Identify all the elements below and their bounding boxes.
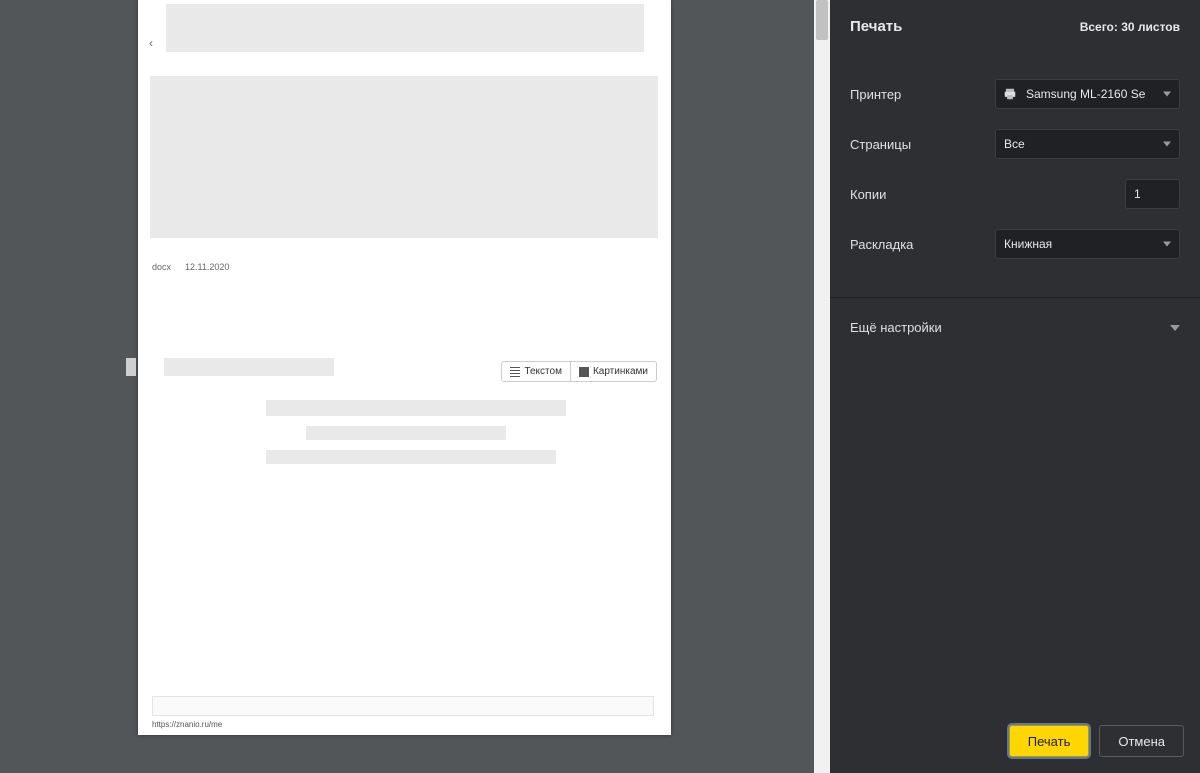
placeholder-block (306, 426, 506, 440)
print-button[interactable]: Печать (1009, 725, 1090, 757)
pages-value: Все (1004, 137, 1025, 151)
chevron-down-icon (1163, 142, 1171, 147)
row-layout: Раскладка Книжная (850, 229, 1180, 259)
print-settings-panel: Печать Всего: 30 листов Принтер Samsung … (830, 0, 1200, 773)
row-copies: Копии 1 (850, 179, 1180, 209)
layout-select[interactable]: Книжная (995, 229, 1180, 259)
image-icon (579, 367, 589, 377)
chevron-down-icon (1163, 242, 1171, 247)
view-images-label: Картинками (593, 366, 648, 377)
copies-value: 1 (1134, 187, 1141, 201)
row-pages: Страницы Все (850, 129, 1180, 159)
chevron-left-icon: ‹ (149, 36, 153, 50)
more-settings-label: Ещё настройки (850, 320, 942, 335)
layout-label: Раскладка (850, 237, 913, 252)
placeholder-block (266, 450, 556, 464)
printer-value: Samsung ML-2160 Se (1026, 87, 1145, 101)
view-mode-toggle: Текстом Картинками (501, 361, 657, 382)
print-preview-area: ‹ docx 12.11.2020 Текстом Картинками htt… (0, 0, 830, 773)
copies-input[interactable]: 1 (1125, 179, 1180, 209)
chevron-down-icon (1163, 92, 1171, 97)
copies-label: Копии (850, 187, 886, 202)
file-date: 12.11.2020 (185, 262, 229, 272)
pages-label: Страницы (850, 137, 911, 152)
view-text-button[interactable]: Текстом (502, 362, 570, 381)
sheet-count: Всего: 30 листов (1080, 20, 1180, 34)
row-printer: Принтер Samsung ML-2160 Se (850, 79, 1180, 109)
placeholder-block (150, 76, 658, 238)
preview-scrollbar[interactable] (814, 0, 830, 773)
file-extension: docx (152, 262, 171, 272)
printer-icon (1002, 87, 1018, 101)
panel-spacer (830, 357, 1200, 713)
file-meta: docx 12.11.2020 (152, 262, 229, 272)
panel-footer: Печать Отмена (830, 713, 1200, 773)
placeholder-block (166, 4, 644, 52)
preview-page: ‹ docx 12.11.2020 Текстом Картинками htt… (138, 0, 671, 735)
view-text-label: Текстом (524, 366, 562, 377)
view-images-button[interactable]: Картинками (570, 362, 656, 381)
placeholder-block (126, 358, 136, 376)
printer-label: Принтер (850, 87, 901, 102)
layout-value: Книжная (1004, 237, 1052, 251)
panel-title: Печать (850, 18, 902, 35)
pages-select[interactable]: Все (995, 129, 1180, 159)
more-settings-toggle[interactable]: Ещё настройки (830, 298, 1200, 357)
chevron-down-icon (1170, 325, 1180, 331)
panel-header: Печать Всего: 30 листов (830, 0, 1200, 53)
printer-select[interactable]: Samsung ML-2160 Se (995, 79, 1180, 109)
cancel-button[interactable]: Отмена (1099, 725, 1184, 757)
placeholder-block (266, 400, 566, 416)
placeholder-block (152, 696, 654, 716)
scrollbar-thumb[interactable] (816, 0, 828, 40)
placeholder-block (164, 358, 334, 376)
settings-group: Принтер Samsung ML-2160 Se Страницы Все … (830, 53, 1200, 298)
page-url-fragment: https://znanio.ru/me (152, 720, 222, 729)
text-lines-icon (510, 367, 520, 377)
